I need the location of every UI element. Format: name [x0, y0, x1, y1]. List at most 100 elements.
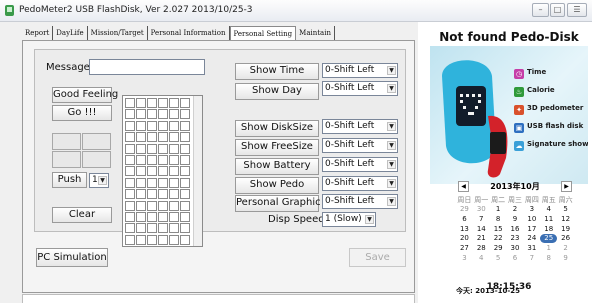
led-cell[interactable] — [158, 98, 168, 108]
calendar-next-button[interactable]: ▶ — [561, 181, 572, 192]
calendar-day[interactable]: 14 — [473, 225, 490, 234]
calendar-day[interactable]: 20 — [456, 234, 473, 243]
calendar-day[interactable]: 8 — [490, 215, 507, 224]
show-disksize-select[interactable]: 0-Shift Left ▼ — [322, 119, 398, 134]
led-cell[interactable] — [169, 234, 179, 245]
tab-mission-target[interactable]: Mission/Target — [88, 26, 148, 40]
calendar-day[interactable]: 25 — [540, 234, 558, 244]
led-cell[interactable] — [125, 189, 135, 200]
led-cell[interactable] — [136, 132, 146, 143]
led-cell[interactable] — [147, 120, 157, 131]
led-cell[interactable] — [147, 223, 157, 234]
calendar-day[interactable]: 15 — [490, 225, 507, 234]
disp-speed-select[interactable]: 1 (Slow) ▼ — [322, 212, 376, 227]
calendar-day[interactable]: 11 — [540, 215, 557, 224]
led-cell[interactable] — [147, 234, 157, 245]
calendar-day[interactable]: 24 — [523, 234, 540, 243]
calendar-day[interactable]: 2 — [507, 205, 524, 214]
led-cell[interactable] — [125, 166, 135, 177]
calendar-day[interactable]: 5 — [490, 254, 507, 263]
led-cell[interactable] — [147, 143, 157, 154]
led-cell[interactable] — [136, 223, 146, 234]
led-cell[interactable] — [180, 120, 190, 131]
pad-top-left-button[interactable] — [52, 133, 81, 150]
tab-report[interactable]: Report — [22, 26, 54, 40]
led-cell[interactable] — [158, 155, 168, 165]
led-cell[interactable] — [125, 155, 135, 165]
led-cell[interactable] — [158, 166, 168, 177]
calendar-day[interactable]: 28 — [473, 244, 490, 253]
close-button[interactable]: ☰ — [567, 3, 587, 17]
led-cell[interactable] — [158, 189, 168, 200]
led-cell[interactable] — [147, 166, 157, 177]
led-cell[interactable] — [136, 143, 146, 154]
led-cell[interactable] — [147, 200, 157, 211]
led-grid[interactable] — [122, 95, 203, 247]
led-cell[interactable] — [180, 98, 190, 108]
show-time-select[interactable]: 0-Shift Left ▼ — [322, 63, 398, 78]
maximize-button[interactable]: □ — [550, 3, 565, 17]
led-cell[interactable] — [147, 212, 157, 222]
tab-daylife[interactable]: DayLife — [53, 26, 88, 40]
calendar-day[interactable]: 6 — [456, 215, 473, 224]
calendar-day[interactable]: 26 — [557, 234, 574, 243]
led-cell[interactable] — [125, 234, 135, 245]
calendar-day[interactable]: 3 — [523, 205, 540, 214]
calendar-day[interactable]: 29 — [456, 205, 473, 214]
pad-top-right-button[interactable] — [82, 133, 111, 150]
led-cell[interactable] — [125, 120, 135, 131]
calendar-day[interactable]: 1 — [540, 244, 557, 253]
led-cell[interactable] — [169, 109, 179, 120]
message-input[interactable] — [89, 59, 205, 75]
led-cell[interactable] — [169, 120, 179, 131]
led-cell[interactable] — [180, 200, 190, 211]
personal-graphic-button[interactable]: Personal Graphic — [235, 195, 321, 212]
led-cell[interactable] — [180, 143, 190, 154]
led-cell[interactable] — [147, 132, 157, 143]
calendar-day[interactable]: 23 — [507, 234, 524, 243]
led-grid-scrollbar[interactable] — [193, 96, 202, 246]
pad-bottom-right-button[interactable] — [82, 151, 111, 168]
led-cell[interactable] — [136, 166, 146, 177]
led-cell[interactable] — [125, 109, 135, 120]
led-cell[interactable] — [147, 189, 157, 200]
show-pedo-button[interactable]: Show Pedo — [235, 177, 319, 194]
calendar-day[interactable]: 6 — [507, 254, 524, 263]
show-freesize-select[interactable]: 0-Shift Left ▼ — [322, 138, 398, 153]
show-pedo-select[interactable]: 0-Shift Left ▼ — [322, 176, 398, 191]
led-cell[interactable] — [180, 166, 190, 177]
led-cell[interactable] — [136, 212, 146, 222]
calendar-day[interactable]: 13 — [456, 225, 473, 234]
led-cell[interactable] — [158, 132, 168, 143]
calendar-day[interactable]: 8 — [540, 254, 557, 263]
led-cell[interactable] — [147, 98, 157, 108]
calendar-prev-button[interactable]: ◀ — [458, 181, 469, 192]
calendar-day[interactable]: 21 — [473, 234, 490, 243]
calendar-day[interactable]: 4 — [540, 205, 557, 214]
calendar-day[interactable]: 10 — [523, 215, 540, 224]
show-freesize-button[interactable]: Show FreeSize — [235, 139, 319, 156]
calendar-day[interactable]: 16 — [507, 225, 524, 234]
led-cell[interactable] — [136, 234, 146, 245]
led-cell[interactable] — [158, 177, 168, 188]
pad-bottom-left-button[interactable] — [52, 151, 81, 168]
calendar-day[interactable]: 5 — [557, 205, 574, 214]
led-cell[interactable] — [136, 120, 146, 131]
led-cell[interactable] — [158, 212, 168, 222]
show-day-select[interactable]: 0-Shift Left ▼ — [322, 81, 398, 96]
led-cell[interactable] — [125, 143, 135, 154]
led-cell[interactable] — [180, 132, 190, 143]
led-cell[interactable] — [180, 109, 190, 120]
led-cell[interactable] — [180, 189, 190, 200]
calendar-day[interactable]: 12 — [557, 215, 574, 224]
led-cell[interactable] — [169, 200, 179, 211]
calendar-day[interactable]: 9 — [557, 254, 574, 263]
led-cell[interactable] — [169, 132, 179, 143]
led-cell[interactable] — [169, 223, 179, 234]
led-cell[interactable] — [158, 223, 168, 234]
calendar-day[interactable]: 22 — [490, 234, 507, 243]
led-cell[interactable] — [158, 200, 168, 211]
save-button[interactable]: Save — [349, 248, 406, 267]
led-cell[interactable] — [136, 98, 146, 108]
push-button[interactable]: Push — [52, 172, 87, 188]
